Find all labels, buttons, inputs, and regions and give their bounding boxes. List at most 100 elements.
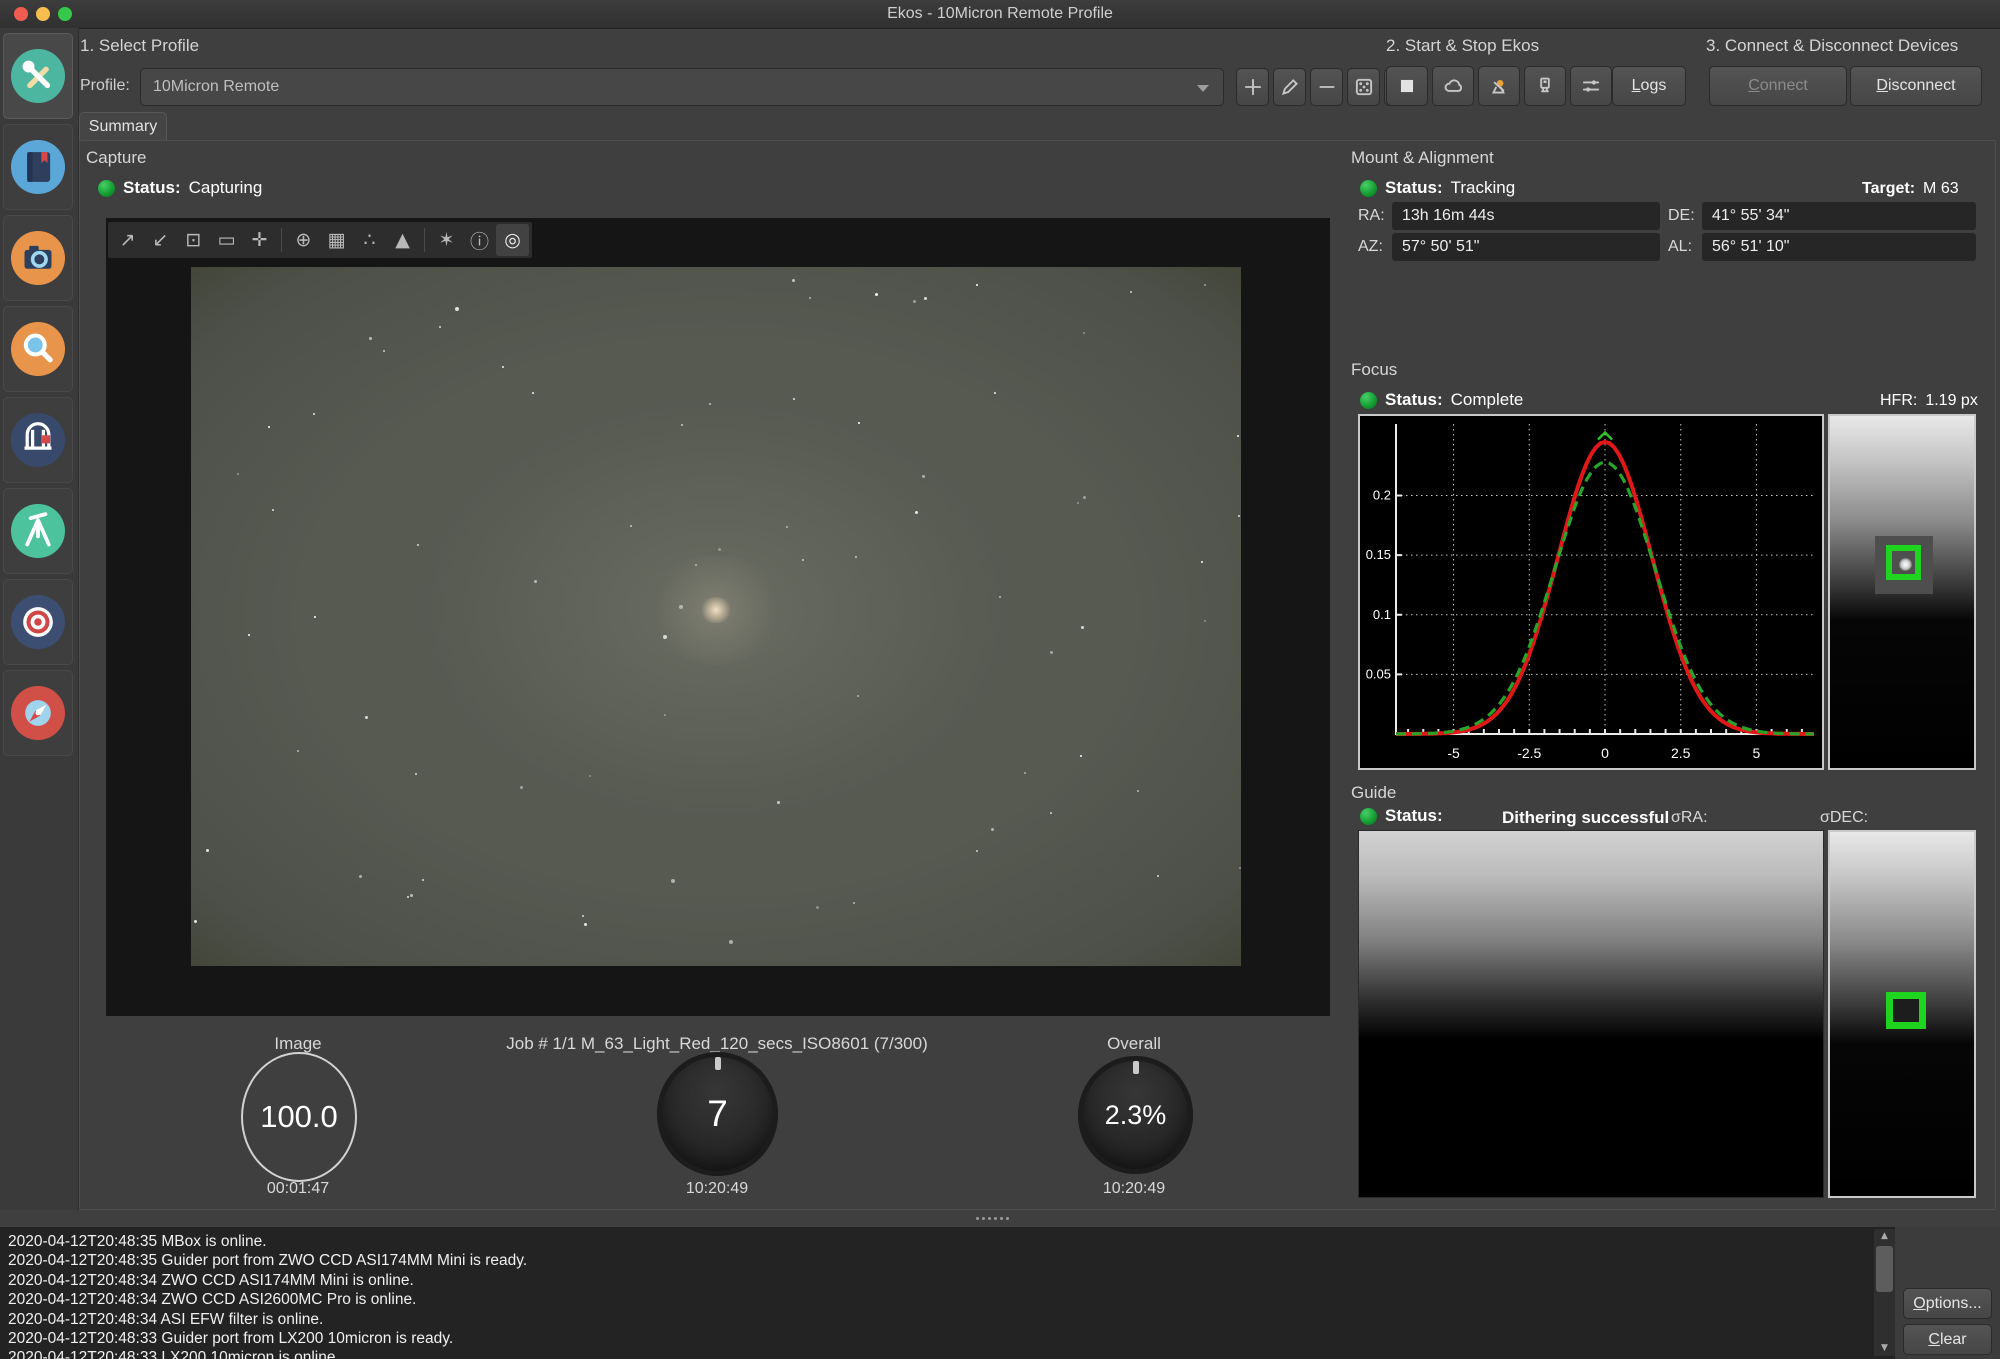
image-dial-label: Image <box>274 1034 321 1054</box>
splitter-dots <box>976 1217 1009 1220</box>
galaxy-core <box>700 597 732 623</box>
compass-icon <box>11 686 65 740</box>
section-label-select-profile: 1. Select Profile <box>80 36 199 56</box>
crosshair-overlay-icon[interactable]: ⊕ <box>287 224 320 256</box>
tools-icon <box>11 49 65 103</box>
mount-target-row: Target: M 63 <box>1862 180 1959 198</box>
telescope-center-icon[interactable]: ◎ <box>496 224 529 256</box>
stop-ekos-icon[interactable] <box>1386 66 1428 106</box>
pan-icon[interactable]: ✛ <box>243 224 276 256</box>
guide-status-label: Status: <box>1385 806 1443 826</box>
log-splitter-handle[interactable] <box>0 1210 2000 1227</box>
guide-star-box-marker <box>1886 992 1926 1029</box>
capture-status-label: Status: <box>123 178 181 198</box>
fits-info-icon[interactable]: ⓘ <box>463 224 496 256</box>
ra-label: RA: <box>1358 207 1385 225</box>
mount-status-value: Tracking <box>1451 178 1516 198</box>
guide-group-title: Guide <box>1351 783 1396 803</box>
log-line: 2020-04-12T20:48:34 ASI EFW filter is on… <box>8 1310 1897 1329</box>
bullseye-icon <box>11 595 65 649</box>
zoom-out-icon[interactable]: ↙ <box>144 224 177 256</box>
image-elapsed-time: 00:01:47 <box>267 1180 329 1198</box>
log-line: 2020-04-12T20:48:33 LX200 10micron is on… <box>8 1348 1897 1359</box>
focus-group-title: Focus <box>1351 360 1397 380</box>
image-progress-value: 100.0 <box>260 1099 338 1135</box>
zoom-actual-size-icon[interactable]: ▭ <box>210 224 243 256</box>
focus-status-value: Complete <box>1451 390 1524 410</box>
log-line: 2020-04-12T20:48:34 ZWO CCD ASI174MM Min… <box>8 1271 1897 1290</box>
section-label-start-stop-ekos: 2. Start & Stop Ekos <box>1386 36 1539 56</box>
log-view[interactable]: 2020-04-12T20:48:35 MBox is online.2020-… <box>0 1227 1897 1359</box>
capture-status-row: Status: Capturing <box>98 178 262 198</box>
logs-button[interactable]: Logs <box>1612 66 1686 106</box>
focus-status-row: Status: Complete <box>1360 390 1523 410</box>
focus-status-led-icon <box>1360 392 1377 409</box>
sidebar <box>0 28 79 1210</box>
log-line: 2020-04-12T20:48:35 Guider port from ZWO… <box>8 1251 1897 1270</box>
guide-star-thumbnail <box>1828 830 1976 1198</box>
sidebar-tab-guide[interactable] <box>3 579 73 665</box>
remove-profile-icon[interactable] <box>1310 68 1343 106</box>
sidebar-tab-observatory[interactable] <box>3 670 73 756</box>
svg-text:0.15: 0.15 <box>1366 547 1391 562</box>
add-profile-icon[interactable] <box>1236 68 1269 106</box>
zoom-in-icon[interactable]: ↗ <box>111 224 144 256</box>
sidebar-tab-focus[interactable] <box>3 306 73 392</box>
ekos-live-icon[interactable] <box>1432 66 1474 106</box>
scroll-up-icon[interactable]: ▲ <box>1874 1229 1895 1244</box>
svg-text:0: 0 <box>1601 745 1609 761</box>
log-scrollbar[interactable]: ▲ ▼ <box>1874 1229 1895 1356</box>
profile-combobox[interactable]: 10Micron Remote <box>140 68 1224 106</box>
de-field[interactable]: 41° 55' 34" <box>1702 202 1976 230</box>
notebook-icon <box>11 140 65 194</box>
focus-chart-svg: 0.050.10.150.2-5-2.502.55 <box>1360 416 1822 768</box>
target-value: M 63 <box>1923 180 1959 198</box>
camera-icon <box>11 231 65 285</box>
zoom-fit-icon[interactable]: ⊡ <box>177 224 210 256</box>
custom-drivers-icon[interactable] <box>1347 68 1380 106</box>
capture-status-led-icon <box>98 180 115 197</box>
ekos-options-icon[interactable] <box>1570 66 1612 106</box>
image-progress-dial: 100.0 <box>241 1052 357 1182</box>
log-clear-button[interactable]: Clear <box>1903 1324 1992 1355</box>
job-dial-label: Job # 1/1 M_63_Light_Red_120_secs_ISO860… <box>506 1034 928 1054</box>
edit-profile-icon[interactable] <box>1273 68 1306 106</box>
profile-combobox-value: 10Micron Remote <box>153 78 279 95</box>
grid-overlay-icon[interactable]: ▦ <box>320 224 353 256</box>
ra-field[interactable]: 13h 16m 44s <box>1392 202 1660 230</box>
detect-stars-icon[interactable]: ∴ <box>353 224 386 256</box>
svg-text:-5: -5 <box>1447 745 1460 761</box>
dial-tick <box>1133 1061 1139 1074</box>
az-field[interactable]: 57° 50' 51" <box>1392 233 1660 261</box>
mark-stars-icon[interactable]: ✶ <box>430 224 463 256</box>
overall-dial-label: Overall <box>1107 1034 1161 1054</box>
histogram-stretch-icon[interactable]: ▲ <box>386 224 419 256</box>
sidebar-tab-capture[interactable] <box>3 215 73 301</box>
log-options-button[interactable]: Options... <box>1903 1288 1992 1319</box>
ekos-toolbar <box>1386 66 1612 106</box>
al-field[interactable]: 56° 51' 10" <box>1702 233 1976 261</box>
scrollbar-thumb[interactable] <box>1876 1246 1893 1292</box>
disconnect-button[interactable]: Disconnect <box>1850 66 1982 106</box>
tab-summary[interactable]: Summary <box>79 112 167 141</box>
capture-status-value: Capturing <box>189 178 263 198</box>
scroll-down-icon[interactable]: ▼ <box>1874 1341 1895 1356</box>
overall-progress-dial: 2.3% <box>1078 1056 1193 1174</box>
sidebar-tab-setup[interactable] <box>3 33 73 119</box>
indi-control-panel-icon[interactable] <box>1478 66 1520 106</box>
sidebar-tab-scheduler[interactable] <box>3 124 73 210</box>
capture-group-title: Capture <box>86 148 146 168</box>
az-label: AZ: <box>1358 238 1383 256</box>
mount-icon <box>11 413 65 467</box>
de-label: DE: <box>1668 207 1695 225</box>
dial-tick <box>715 1057 721 1070</box>
fits-viewer-icon[interactable] <box>1524 66 1566 106</box>
log-line: 2020-04-12T20:48:34 ZWO CCD ASI2600MC Pr… <box>8 1290 1897 1309</box>
connect-button[interactable]: Connect <box>1709 66 1847 106</box>
overall-progress-value: 2.3% <box>1105 1100 1167 1131</box>
sidebar-tab-align[interactable] <box>3 488 73 574</box>
focus-star-blob <box>1899 558 1912 571</box>
sidebar-tab-mount[interactable] <box>3 397 73 483</box>
svg-text:0.1: 0.1 <box>1373 607 1391 622</box>
toolbar-separator <box>281 228 282 252</box>
